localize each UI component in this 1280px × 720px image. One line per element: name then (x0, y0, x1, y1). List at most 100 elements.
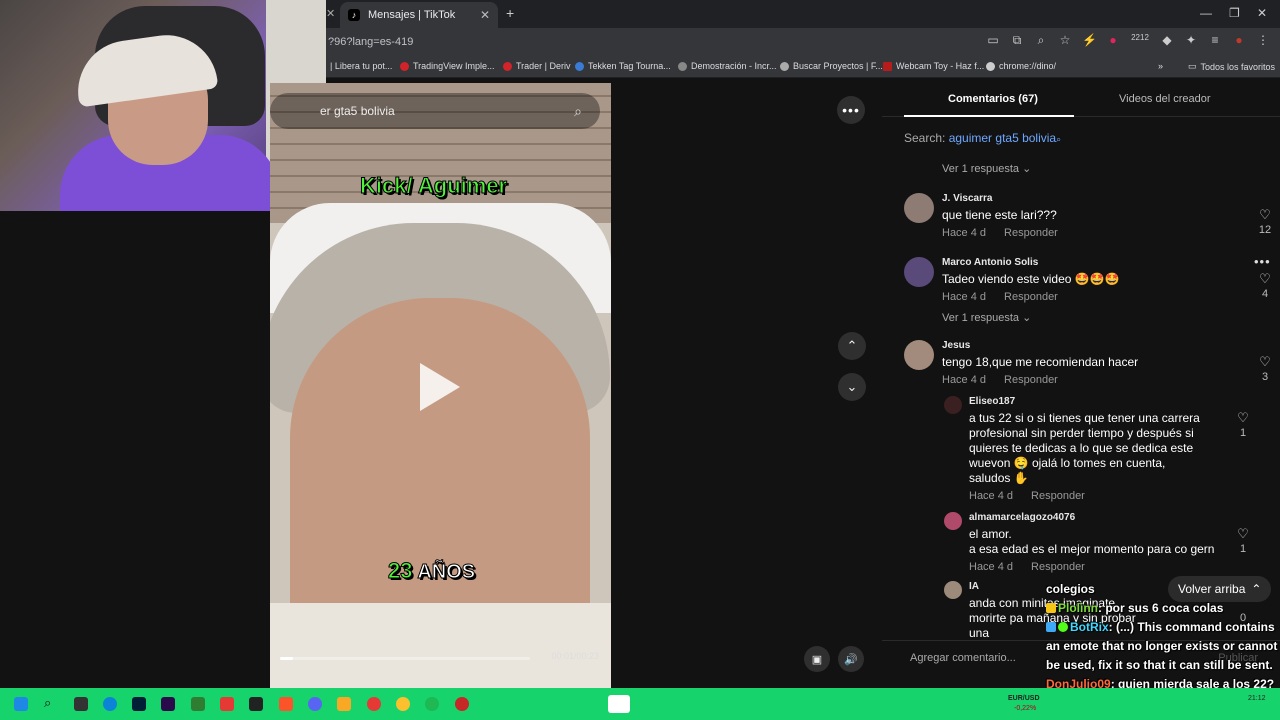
new-tab-icon[interactable]: + (506, 5, 514, 21)
gamepad-icon[interactable] (74, 697, 88, 711)
deriv-icon[interactable] (220, 697, 234, 711)
reply-button[interactable]: Responder (1031, 490, 1085, 502)
more-options-icon[interactable]: ••• (837, 96, 865, 124)
reply-button[interactable]: Responder (1004, 227, 1058, 239)
puzzle-icon[interactable]: ✦ (1184, 33, 1198, 48)
bookmark-item[interactable]: ▭ Todos los favoritos (1188, 61, 1275, 72)
edge-icon[interactable] (103, 697, 117, 711)
comment-author[interactable]: IA (969, 581, 979, 592)
chat-line: Plolinn: por sus 6 coca colas (1046, 599, 1280, 618)
obs-icon[interactable] (455, 697, 469, 711)
bookmark-item[interactable]: Buscar Proyectos | F... (780, 61, 883, 71)
premiere-icon[interactable] (161, 697, 175, 711)
comment-author[interactable]: Eliseo187 (969, 396, 1015, 407)
comment-author[interactable]: Marco Antonio Solis (942, 257, 1038, 268)
avatar[interactable] (904, 193, 934, 223)
bookmark-item[interactable]: Tekken Tag Tourna... (575, 61, 671, 71)
extension-icon[interactable]: ⚡ (1082, 33, 1097, 48)
window-close-icon[interactable]: ✕ (1257, 6, 1267, 20)
left-background (0, 211, 270, 688)
bookmark-item[interactable]: Demostración - Incr... (678, 61, 777, 71)
more-icon[interactable]: ••• (1254, 254, 1271, 269)
opera-icon[interactable] (367, 697, 381, 711)
translate-icon[interactable]: ⧉ (1010, 33, 1024, 48)
bookmark-item[interactable]: chrome://dino/ (986, 61, 1056, 71)
view-replies-toggle[interactable]: Ver 1 respuesta ⌄ (942, 162, 1031, 175)
view-replies-toggle[interactable]: Ver 1 respuesta ⌄ (942, 311, 1031, 324)
comment-author[interactable]: Jesus (942, 340, 970, 351)
like-count: 4 (1261, 288, 1269, 300)
reading-list-icon[interactable]: ≡ (1208, 33, 1222, 48)
chat-line: BotRix: (...) This command contains an e… (1046, 620, 1278, 672)
tab-comments[interactable]: Comentarios (67) (948, 93, 1038, 105)
bookmark-item[interactable]: Webcam Toy - Haz f... (883, 61, 984, 71)
reply-button[interactable]: Responder (1031, 561, 1085, 573)
video-search-bar[interactable]: er gta5 bolivia ⌕ (270, 93, 600, 129)
video-caption-top: Kick/ Aguimer (359, 173, 508, 199)
heart-icon[interactable]: ♡ (1236, 526, 1250, 542)
close-icon[interactable]: ✕ (326, 7, 335, 20)
like-count: 1 (1239, 427, 1247, 439)
active-window-icon[interactable] (608, 695, 630, 713)
folder-icon[interactable] (337, 697, 351, 711)
next-video-button[interactable]: ⌄ (838, 373, 866, 401)
chat-line: colegios (1046, 582, 1095, 596)
cast-icon[interactable]: ▭ (986, 33, 1000, 48)
bookmark-item[interactable]: | Libera tu pot... (330, 61, 392, 71)
wallet-icon[interactable]: ◆ (1160, 33, 1174, 48)
avatar[interactable] (904, 340, 934, 370)
tiktok-icon: ♪ (348, 9, 360, 21)
zoom-icon[interactable]: ⌕ (1034, 33, 1048, 48)
panel-tabs: Comentarios (67) Videos del creador (882, 83, 1280, 117)
bookmark-item[interactable]: Trader | Deriv (503, 61, 571, 71)
heart-icon[interactable]: ♡ (1258, 207, 1272, 223)
app-icon[interactable] (191, 697, 205, 711)
badge-icon (1046, 603, 1056, 613)
menu-icon[interactable]: ⋮ (1256, 33, 1270, 48)
profile-icon[interactable]: ● (1232, 33, 1246, 48)
xbox-icon[interactable] (249, 697, 263, 711)
bookmark-star-icon[interactable]: ☆ (1058, 33, 1072, 48)
badge-count[interactable]: 2212 (1130, 33, 1150, 48)
search-icon[interactable]: ⌕ (44, 695, 58, 710)
spotify-icon[interactable] (425, 697, 439, 711)
bookmarks-overflow-icon[interactable]: » (1158, 61, 1163, 71)
browser-tab[interactable]: ♪ Mensajes | TikTok ✕ (340, 2, 498, 28)
fx-label: EUR/USD (1008, 695, 1040, 702)
avatar[interactable] (904, 257, 934, 287)
record-icon[interactable]: ● (1106, 33, 1120, 48)
volume-icon[interactable]: 🔊 (838, 646, 864, 672)
bookmark-item[interactable]: TradingView Imple... (400, 61, 495, 71)
heart-icon[interactable]: ♡ (1258, 271, 1272, 287)
photoshop-icon[interactable] (132, 697, 146, 711)
close-tab-icon[interactable]: ✕ (480, 8, 490, 22)
video-player[interactable]: er gta5 bolivia ⌕ Kick/ Aguimer 23 AÑOS … (270, 83, 611, 688)
avatar[interactable] (944, 581, 962, 599)
comment-search[interactable]: Search: aguimer gta5 bolivia⌕ (904, 131, 1061, 145)
restore-icon[interactable]: ❐ (1229, 6, 1240, 20)
brave-icon[interactable] (279, 697, 293, 711)
comment-text: a tus 22 si o si tienes que tener una ca… (969, 411, 1200, 485)
video-progress-bar[interactable] (280, 657, 530, 660)
reply-button[interactable]: Responder (1004, 374, 1058, 386)
avatar[interactable] (944, 396, 962, 414)
comment-author[interactable]: J. Viscarra (942, 193, 992, 204)
heart-icon[interactable]: ♡ (1236, 410, 1250, 426)
previous-video-button[interactable]: ⌃ (838, 332, 866, 360)
url-text[interactable]: ?96?lang=es-419 (328, 36, 413, 48)
tab-creator-videos[interactable]: Videos del creador (1119, 93, 1211, 105)
comment-meta: Hace 4 d Responder (969, 561, 1085, 573)
chrome-icon[interactable] (396, 697, 410, 711)
avatar[interactable] (944, 512, 962, 530)
add-comment-input[interactable]: Agregar comentario... (910, 652, 1016, 664)
verified-icon (1058, 622, 1068, 632)
start-icon[interactable] (14, 697, 28, 711)
search-icon[interactable]: ⌕ (574, 103, 582, 120)
pip-icon[interactable]: ▣ (804, 646, 830, 672)
discord-icon[interactable] (308, 697, 322, 711)
play-icon[interactable] (420, 363, 460, 411)
reply-button[interactable]: Responder (1004, 291, 1058, 303)
comment-author[interactable]: almamarcelagozo4076 (969, 512, 1075, 523)
minimize-icon[interactable]: — (1200, 6, 1212, 20)
heart-icon[interactable]: ♡ (1258, 354, 1272, 370)
